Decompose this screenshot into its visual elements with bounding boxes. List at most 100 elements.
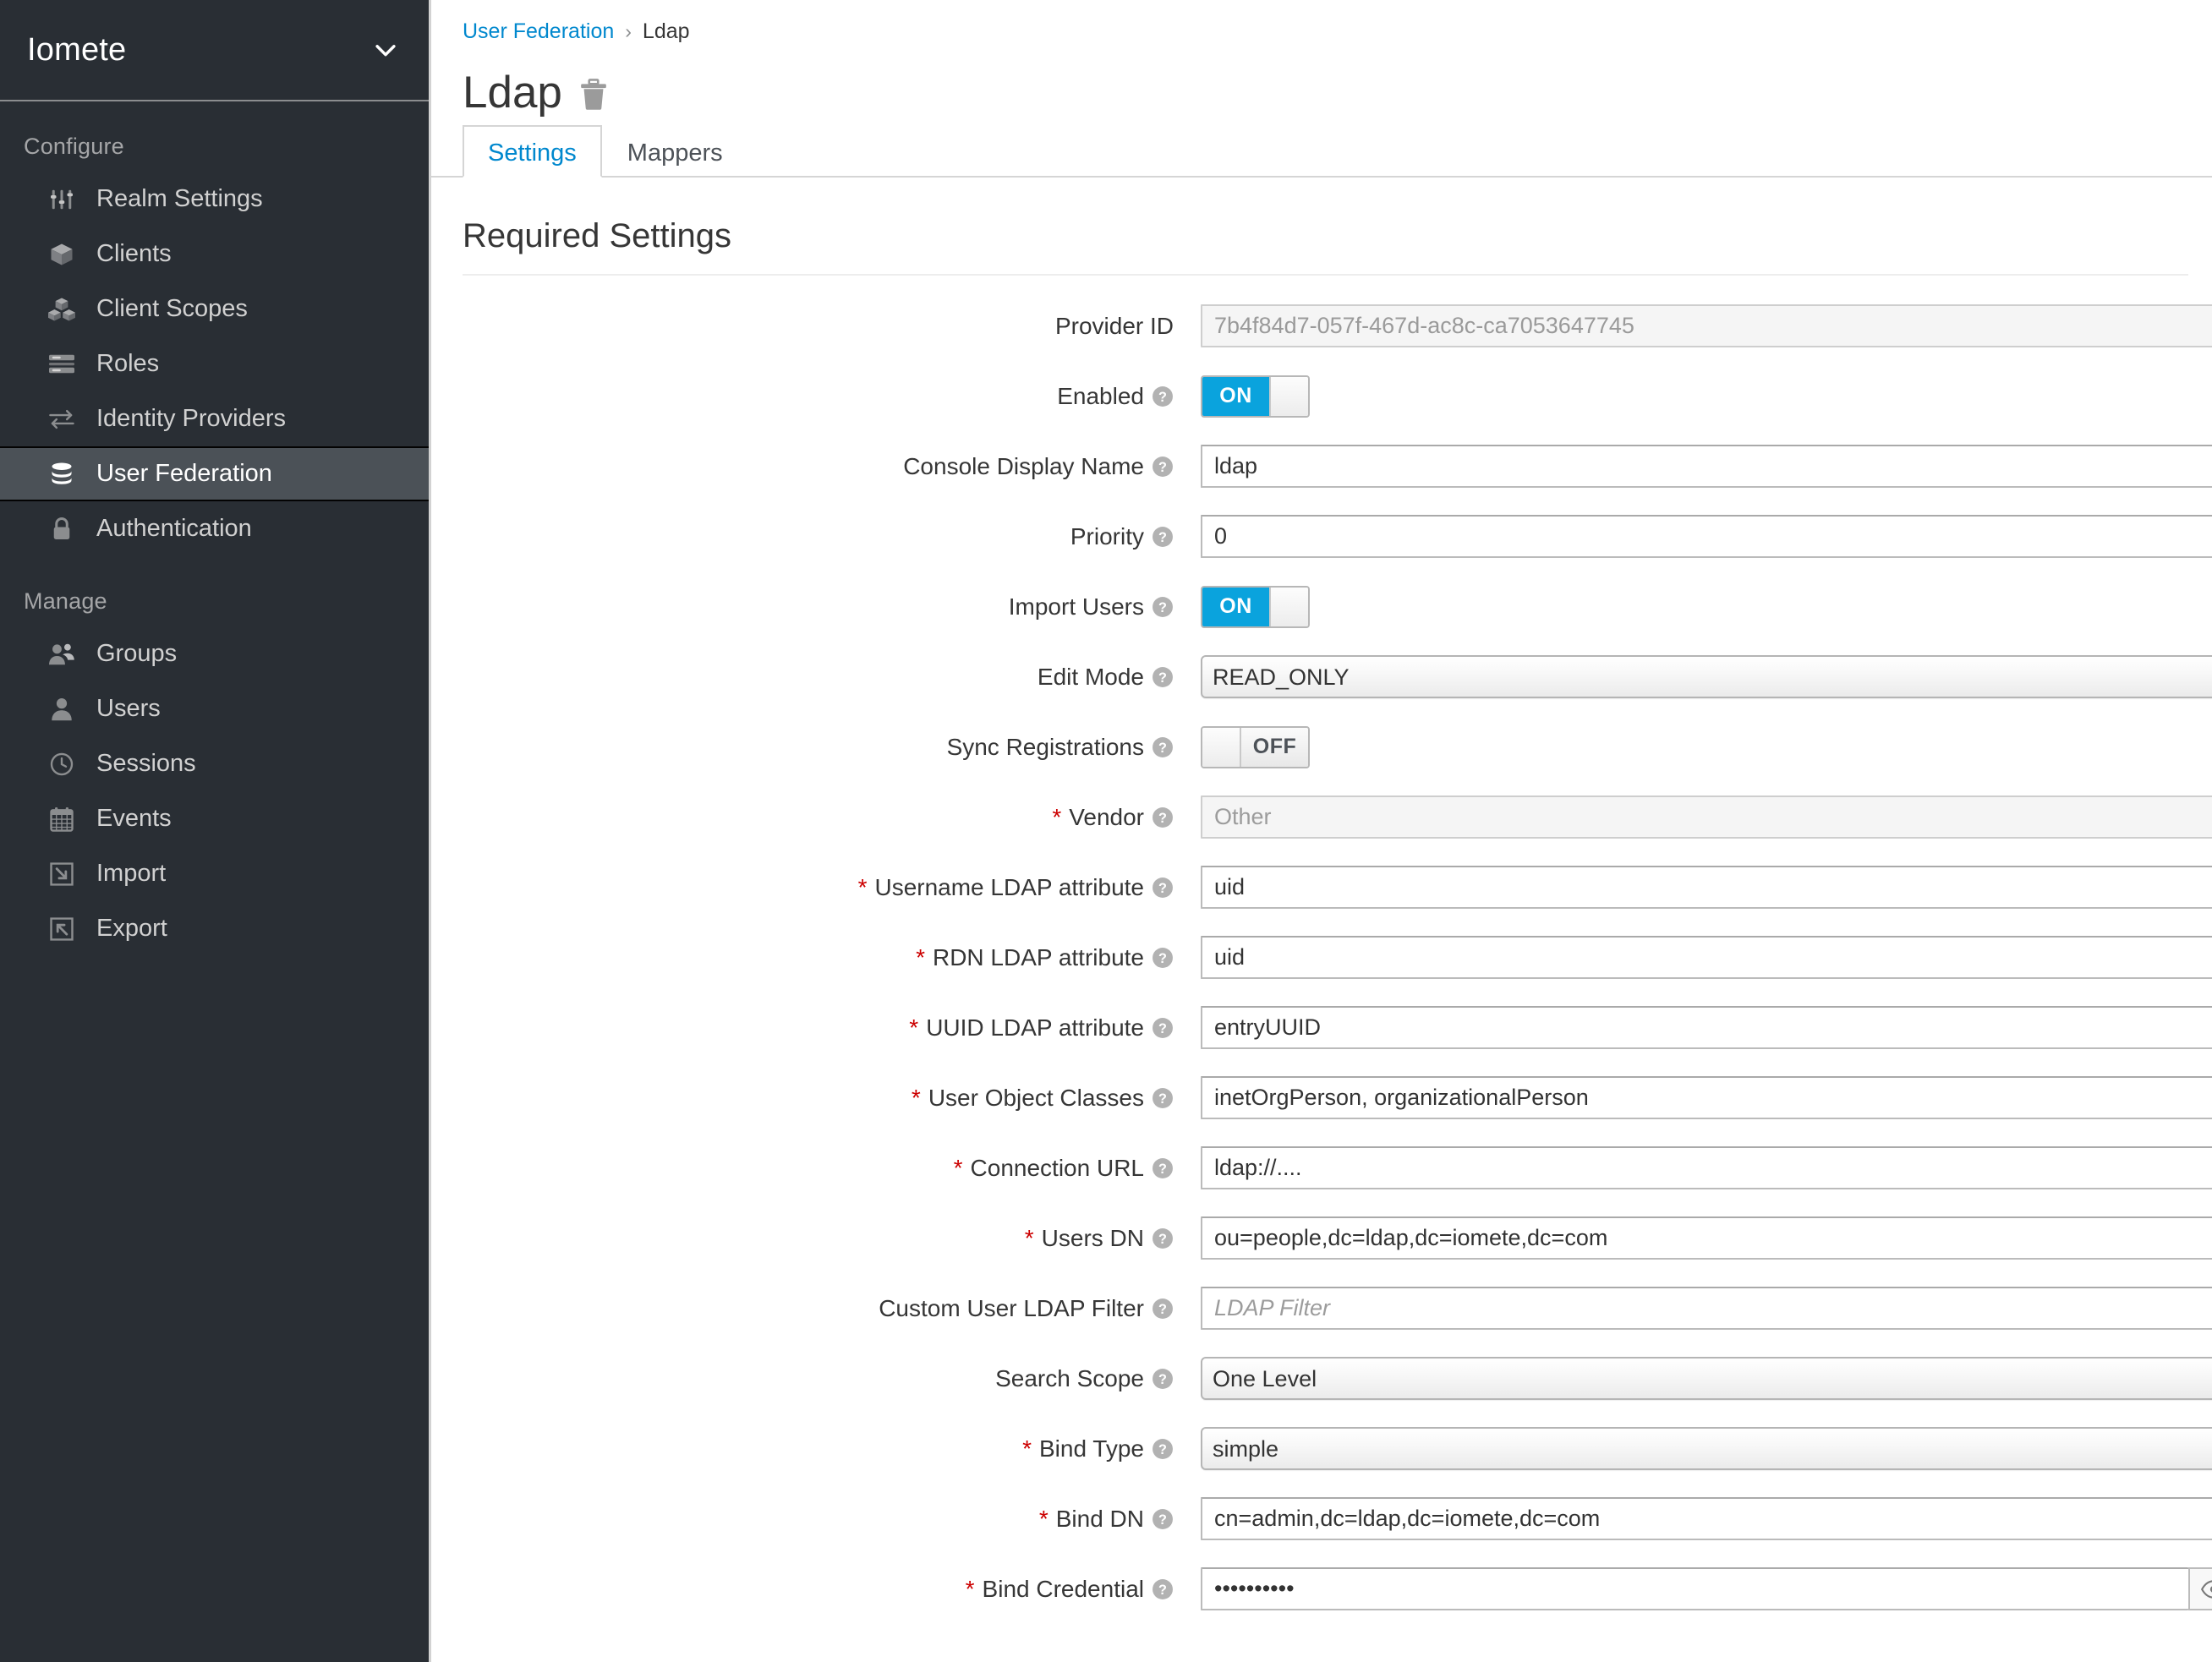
help-icon[interactable]: ? — [1152, 1227, 1174, 1249]
label-username-ldap-attribute: * Username LDAP attribute ? — [431, 874, 1201, 901]
tab-mappers[interactable]: Mappers — [602, 125, 748, 178]
provider-id-input — [1201, 304, 2212, 347]
help-icon[interactable]: ? — [1152, 1298, 1174, 1320]
breadcrumb-link-user-federation[interactable]: User Federation — [463, 19, 614, 44]
bind-dn-input[interactable] — [1201, 1497, 2212, 1540]
sliders-icon — [44, 187, 79, 212]
custom-user-ldap-filter-input[interactable] — [1201, 1287, 2212, 1330]
connection-url-input[interactable] — [1201, 1146, 2212, 1189]
help-icon[interactable]: ? — [1152, 947, 1174, 969]
realm-selector[interactable]: Iomete — [0, 0, 429, 101]
help-icon[interactable]: ? — [1152, 1157, 1174, 1179]
users-dn-input[interactable] — [1201, 1216, 2212, 1260]
control-edit-mode: READ_ONLY — [1201, 655, 2212, 698]
database-icon — [44, 462, 79, 487]
sidebar-item-import[interactable]: Import — [0, 846, 429, 901]
svg-text:?: ? — [1158, 1231, 1167, 1246]
form-row-connection-url: * Connection URL ? Test connection — [431, 1133, 2212, 1203]
tab-settings[interactable]: Settings — [463, 125, 602, 178]
help-icon[interactable]: ? — [1152, 456, 1174, 478]
eye-icon[interactable] — [2188, 1567, 2212, 1610]
sidebar-item-events[interactable]: Events — [0, 791, 429, 846]
control-enabled: ON — [1201, 374, 1310, 418]
sidebar-item-clients[interactable]: Clients — [0, 227, 429, 282]
label-provider-id: Provider ID — [431, 313, 1201, 340]
sidebar-item-user-federation[interactable]: User Federation — [0, 446, 429, 501]
label-text: Enabled — [1057, 382, 1144, 409]
help-icon[interactable]: ? — [1152, 1017, 1174, 1039]
svg-text:?: ? — [1158, 670, 1167, 685]
label-text: Edit Mode — [1037, 663, 1144, 690]
help-icon[interactable]: ? — [1152, 1368, 1174, 1390]
nav-section-title-manage: Manage — [24, 588, 107, 614]
svg-text:?: ? — [1158, 1512, 1167, 1527]
help-icon[interactable]: ? — [1152, 877, 1174, 899]
priority-input[interactable] — [1201, 515, 2212, 558]
user-object-classes-input[interactable] — [1201, 1076, 2212, 1119]
calendar-icon — [44, 806, 79, 832]
sidebar-item-authentication[interactable]: Authentication — [0, 501, 429, 556]
sidebar-item-roles[interactable]: Roles — [0, 336, 429, 391]
svg-text:?: ? — [1158, 1020, 1167, 1036]
help-icon[interactable]: ? — [1152, 526, 1174, 548]
sidebar: Iomete Configure Realm Settings Clients — [0, 0, 431, 1662]
bind-credential-input[interactable] — [1201, 1567, 2188, 1610]
required-asterisk: * — [1024, 1224, 1034, 1251]
rdn-ldap-attribute-input[interactable] — [1201, 936, 2212, 979]
sidebar-item-sessions[interactable]: Sessions — [0, 736, 429, 791]
label-connection-url: * Connection URL ? — [431, 1155, 1201, 1182]
help-icon[interactable]: ? — [1152, 1508, 1174, 1530]
required-asterisk: * — [911, 1084, 921, 1111]
enabled-toggle[interactable]: ON — [1201, 374, 1310, 418]
form-row-console-display-name: Console Display Name ? — [431, 431, 2212, 501]
help-icon[interactable]: ? — [1152, 806, 1174, 828]
control-users-dn — [1201, 1216, 2212, 1260]
help-icon[interactable]: ? — [1152, 736, 1174, 758]
help-icon[interactable]: ? — [1152, 596, 1174, 618]
control-import-users: ON — [1201, 585, 1310, 628]
sidebar-item-label: Export — [96, 915, 167, 942]
bind-type-select[interactable]: simple — [1201, 1427, 2212, 1470]
sidebar-item-export[interactable]: Export — [0, 901, 429, 956]
help-icon[interactable]: ? — [1152, 666, 1174, 688]
list-icon — [44, 353, 79, 375]
label-text: Provider ID — [1054, 312, 1174, 339]
sidebar-item-users[interactable]: Users — [0, 681, 429, 736]
help-icon[interactable]: ? — [1152, 385, 1174, 407]
form-row-search-scope: Search Scope ? One Level — [431, 1343, 2212, 1413]
help-icon[interactable]: ? — [1152, 1578, 1174, 1600]
label-user-object-classes: * User Object Classes ? — [431, 1085, 1201, 1112]
svg-text:?: ? — [1158, 880, 1167, 895]
label-bind-dn: * Bind DN ? — [431, 1506, 1201, 1533]
edit-mode-select[interactable]: READ_ONLY — [1201, 655, 2212, 698]
help-icon[interactable]: ? — [1152, 1087, 1174, 1109]
control-vendor — [1201, 795, 2212, 839]
label-text: Search Scope — [995, 1364, 1144, 1391]
sidebar-item-identity-providers[interactable]: Identity Providers — [0, 391, 429, 446]
label-bind-type: * Bind Type ? — [431, 1435, 1201, 1462]
user-icon — [44, 697, 79, 721]
svg-text:?: ? — [1158, 950, 1167, 965]
control-bind-dn — [1201, 1497, 2212, 1540]
toggle-knob — [1269, 376, 1308, 416]
sync-registrations-toggle[interactable]: OFF — [1201, 725, 1310, 768]
tab-label: Settings — [488, 139, 577, 167]
toggle-knob — [1202, 727, 1241, 767]
sidebar-item-client-scopes[interactable]: Client Scopes — [0, 282, 429, 336]
trash-icon[interactable] — [579, 74, 608, 111]
label-sync-registrations: Sync Registrations ? — [431, 734, 1201, 761]
search-scope-select[interactable]: One Level — [1201, 1357, 2212, 1400]
console-display-name-input[interactable] — [1201, 445, 2212, 488]
help-icon[interactable]: ? — [1152, 1438, 1174, 1460]
sidebar-item-groups[interactable]: Groups — [0, 626, 429, 681]
control-uuid-ldap-attribute — [1201, 1006, 2212, 1049]
uuid-ldap-attribute-input[interactable] — [1201, 1006, 2212, 1049]
cube-icon — [44, 242, 79, 267]
username-ldap-attribute-input[interactable] — [1201, 866, 2212, 909]
label-import-users: Import Users ? — [431, 593, 1201, 621]
label-text: UUID LDAP attribute — [926, 1014, 1144, 1041]
label-text: Username LDAP attribute — [874, 873, 1144, 900]
sidebar-item-realm-settings[interactable]: Realm Settings — [0, 172, 429, 227]
import-icon — [44, 861, 79, 886]
import-users-toggle[interactable]: ON — [1201, 585, 1310, 628]
